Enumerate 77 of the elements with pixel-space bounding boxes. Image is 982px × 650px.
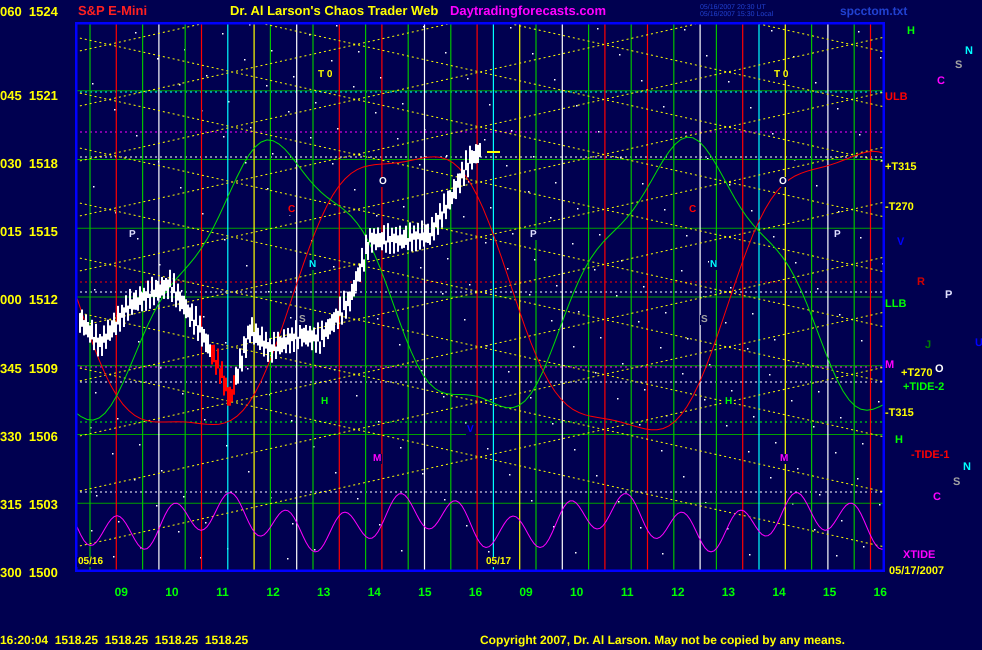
chart-marker-label: C (287, 205, 296, 215)
chart-marker-label: V (466, 425, 475, 435)
cycle-label: -T315 (885, 408, 914, 419)
chart-marker-label: C (688, 205, 698, 215)
time-label: 09 (518, 584, 534, 601)
time-label: 14 (771, 584, 787, 601)
chart-marker-label: M (779, 454, 790, 464)
cycle-label: C (937, 76, 945, 87)
chart-marker-label: H (724, 397, 734, 407)
cycle-label: S (953, 477, 960, 488)
time-label: 10 (164, 584, 180, 601)
time-label: 11 (620, 584, 635, 601)
cycle-label: P (945, 290, 952, 301)
cycle-label: U (975, 338, 982, 349)
chart-marker-label: S (298, 315, 307, 325)
cycle-label: ULB (885, 92, 908, 103)
axis-label: 000 1512 (0, 293, 59, 306)
time-label: 11 (215, 584, 230, 601)
cycle-label: +T270 (901, 368, 932, 379)
cycle-label: H (895, 435, 903, 446)
page-title: Dr. Al Larson's Chaos Trader Web (230, 2, 440, 20)
chart-marker-label: H (320, 397, 330, 407)
time-label: 13 (720, 584, 736, 601)
last-price-tick (487, 151, 500, 153)
axis-label: 060 1524 (0, 4, 59, 18)
cycle-label: R (917, 277, 925, 288)
cycle-label: -T270 (885, 202, 914, 213)
cycle-label: XTIDE (903, 550, 936, 561)
chart-marker-label: M (372, 454, 382, 464)
time-label: 13 (316, 584, 332, 601)
chart-marker-label: 05/17 (485, 557, 512, 567)
cycle-label: 05/17/2007 (889, 566, 944, 577)
cycle-label: H (907, 26, 915, 37)
chart-marker-label: S (700, 315, 709, 325)
chart-marker-label: N (709, 260, 718, 270)
copyright-notice: Copyright 2007, Dr. Al Larson. May not be copied by any means. (480, 632, 845, 649)
axis-label: 300 1500 (0, 566, 59, 579)
chart-marker-label: O (378, 177, 388, 187)
chart-marker-label: P (128, 230, 137, 240)
cycle-label: M (885, 360, 894, 371)
cycle-label: C (933, 492, 941, 503)
cycle-label: S (955, 60, 962, 71)
chart-marker-label: 05/16 (77, 557, 104, 567)
chart-marker-label: N (308, 260, 318, 270)
cycle-label: V (897, 237, 904, 248)
axis-label: 315 1503 (0, 498, 59, 511)
chart-marker-label: O (778, 177, 788, 187)
axis-label: 030 1518 (0, 157, 59, 170)
cycle-label: N (965, 46, 973, 57)
axis-label: 015 1515 (0, 225, 59, 238)
axis-label: 345 1509 (0, 362, 59, 375)
time-label: 15 (417, 584, 433, 601)
axis-label: 330 1506 (0, 430, 59, 443)
cycle-label: +T315 (885, 162, 916, 173)
symbol-title: S&P E-Mini (77, 2, 148, 20)
site-link[interactable]: Daytradingforecasts.com (450, 1, 700, 21)
cycle-label: O (935, 364, 944, 375)
axis-label: 045 1521 (0, 89, 59, 102)
cycle-label: LLB (885, 299, 906, 310)
time-label: 09 (114, 584, 129, 601)
chart-marker-label: T 0 (317, 70, 334, 80)
cycle-label: +TIDE-2 (903, 382, 944, 393)
cycle-label: N (963, 462, 971, 473)
cycle-label: J (925, 340, 932, 351)
chart-marker-label: P (529, 230, 538, 240)
time-label: 12 (265, 584, 281, 601)
time-label: 15 (822, 584, 838, 601)
cycle-label: -TIDE-1 (911, 450, 950, 461)
chart-marker-label: P (833, 230, 842, 240)
time-label: 16 (872, 584, 888, 601)
price-quote: 16:20:04 1518.25 1518.25 1518.25 1518.25 (0, 632, 250, 649)
time-label: 12 (670, 584, 686, 601)
chart-marker-label: T 0 (773, 70, 790, 80)
time-label: 10 (568, 584, 584, 601)
time-label: 14 (366, 584, 382, 601)
file-name: spcctom.txt (840, 3, 908, 20)
time-label: 16 (468, 584, 484, 601)
